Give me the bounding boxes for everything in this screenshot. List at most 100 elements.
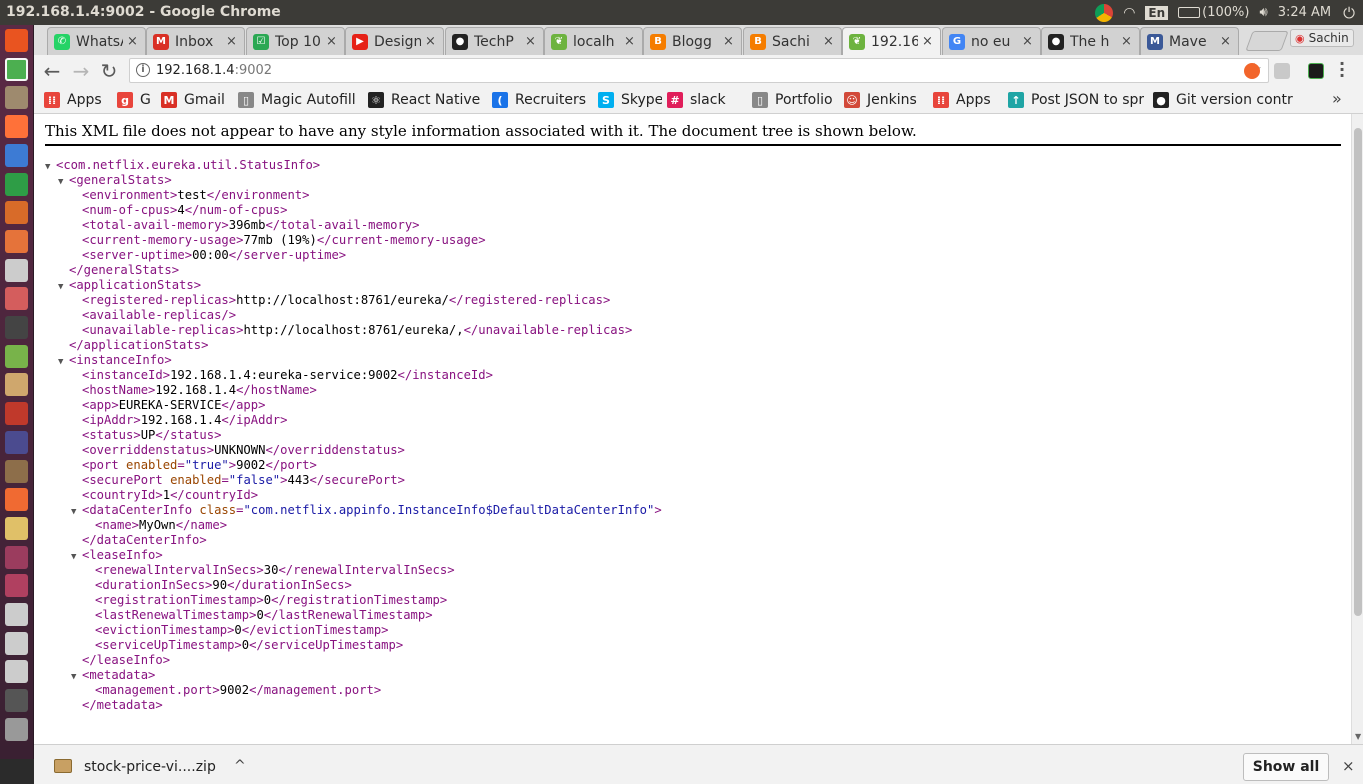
reload-button[interactable]: ↻ <box>97 59 121 83</box>
software-center-icon[interactable] <box>5 229 28 253</box>
tab-1[interactable]: M Inbox × <box>146 27 245 55</box>
bookmark-slack[interactable]: # slack <box>667 90 726 110</box>
writer-icon[interactable] <box>5 143 28 167</box>
vertical-scrollbar[interactable]: ▼ <box>1351 114 1363 744</box>
profile-button[interactable]: ◉ Sachin <box>1290 29 1354 47</box>
tab-close-icon[interactable]: × <box>624 34 636 49</box>
ubuntu-dash-icon[interactable] <box>5 29 28 52</box>
extension-icon[interactable] <box>1308 63 1324 79</box>
drive-icon[interactable] <box>5 603 28 626</box>
power-icon[interactable]: ⏻ <box>1343 4 1355 22</box>
terminal-icon[interactable] <box>5 316 28 339</box>
xml-tag: </app> <box>221 398 266 412</box>
bookmark-apps[interactable]: ⁞⁞ Apps <box>44 90 102 110</box>
bookmark-react-native[interactable]: ⚛ React Native <box>368 90 480 110</box>
tab-3[interactable]: ▶ Design × <box>345 27 444 55</box>
tab-10[interactable]: ● The h × <box>1041 27 1140 55</box>
tab-4[interactable]: ● TechP × <box>445 27 544 55</box>
tab-0[interactable]: ✆ WhatsApp × <box>47 27 146 55</box>
chrome-menu-icon[interactable]: · · · <box>1339 56 1345 84</box>
tab-6[interactable]: B Blogg × <box>643 27 742 55</box>
android-icon[interactable] <box>5 344 28 368</box>
chrome-icon[interactable] <box>5 57 28 81</box>
tab-close-icon[interactable]: × <box>1022 34 1034 49</box>
bookmark-recruiters[interactable]: (Recruiters <box>492 90 586 110</box>
bookmark-magic-autofill[interactable]: ▯ Magic Autofill <box>238 90 356 110</box>
collapse-triangle-icon[interactable]: ▼ <box>58 355 69 370</box>
bookmark-skype[interactable]: S Skype <box>598 90 662 110</box>
collapse-triangle-icon[interactable]: ▼ <box>58 175 69 190</box>
forward-button[interactable]: → <box>69 59 93 83</box>
drive-icon[interactable] <box>5 631 28 655</box>
tab-close-icon[interactable]: × <box>226 34 238 49</box>
calc-icon[interactable] <box>5 172 28 196</box>
tab-close-icon[interactable]: × <box>326 34 338 49</box>
collapse-triangle-icon[interactable]: ▼ <box>71 505 82 520</box>
tab-close-icon[interactable]: × <box>723 34 735 49</box>
app-icon[interactable] <box>5 574 28 598</box>
bookmarks-overflow-button[interactable]: » <box>1332 89 1342 108</box>
files-icon[interactable] <box>5 86 28 110</box>
bookmark-g[interactable]: gG <box>117 90 151 110</box>
download-filename[interactable]: stock-price-vi....zip <box>84 759 216 775</box>
collapse-triangle-icon[interactable]: ▼ <box>45 160 56 175</box>
battery-icon[interactable] <box>1178 7 1201 18</box>
usb-icon[interactable] <box>5 689 28 713</box>
clock[interactable]: 3:24 AM <box>1278 5 1331 20</box>
tab-close-icon[interactable]: × <box>1121 34 1133 49</box>
extension-icon[interactable] <box>1274 63 1290 79</box>
collapse-triangle-icon[interactable]: ▼ <box>58 280 69 295</box>
bookmark-apps[interactable]: ⁞⁞ Apps <box>933 90 991 110</box>
download-options-chevron[interactable]: ^ <box>234 758 246 774</box>
firefox-icon[interactable] <box>5 115 28 139</box>
tab-7[interactable]: B Sachi × <box>743 27 842 55</box>
bookmark-gmail[interactable]: M Gmail <box>161 90 225 110</box>
tab-2[interactable]: ☑ Top 10 × <box>246 27 345 55</box>
back-button[interactable]: ← <box>40 59 64 83</box>
drive-icon[interactable] <box>5 660 28 684</box>
xml-tag: </status> <box>155 428 222 442</box>
studio-icon[interactable] <box>5 545 28 569</box>
new-tab-button[interactable] <box>1245 31 1289 51</box>
tab-8[interactable]: ❦ 192.16 × <box>842 27 941 55</box>
collapse-triangle-icon[interactable]: ▼ <box>71 670 82 685</box>
volume-icon[interactable]: 🔊︎ <box>1259 5 1267 20</box>
eclipse-icon[interactable] <box>5 430 28 454</box>
tab-close-icon[interactable]: × <box>525 34 537 49</box>
tab-close-icon[interactable]: × <box>127 34 139 49</box>
tab-11[interactable]: M Mave × <box>1140 27 1239 55</box>
tab-close-icon[interactable]: × <box>425 34 437 49</box>
close-download-shelf-button[interactable]: × <box>1342 757 1355 775</box>
bookmark-jenkins[interactable]: ☺ Jenkins <box>844 90 917 110</box>
text-editor-icon[interactable] <box>5 516 28 540</box>
url-text[interactable]: 192.168.1.4:9002 <box>156 63 272 78</box>
zip-file-icon[interactable] <box>54 759 72 773</box>
filezilla-icon[interactable] <box>5 402 28 426</box>
tab-label: TechP <box>474 33 514 50</box>
show-all-button[interactable]: Show all <box>1243 753 1329 781</box>
scroll-down-arrow[interactable]: ▼ <box>1355 732 1361 741</box>
system-tools-icon[interactable] <box>5 459 28 483</box>
wifi-icon[interactable]: ◠ <box>1123 5 1135 21</box>
tab-9[interactable]: Gno eu × <box>942 27 1041 55</box>
address-bar[interactable]: i 192.168.1.4:9002 ☆ <box>129 58 1269 83</box>
settings-icon[interactable] <box>5 287 28 311</box>
chrome-tray-icon[interactable] <box>1095 3 1114 22</box>
bookmark-git-version-contr[interactable]: ● Git version contr <box>1153 90 1293 110</box>
tab-5[interactable]: ❦ localh × <box>544 27 643 55</box>
postman-icon[interactable] <box>5 488 28 512</box>
scrollbar-thumb[interactable] <box>1354 128 1362 616</box>
tab-close-icon[interactable]: × <box>823 34 835 49</box>
keyboard-lang[interactable]: En <box>1145 5 1169 20</box>
collapse-triangle-icon[interactable]: ▼ <box>71 550 82 565</box>
info-icon[interactable]: i <box>136 63 150 77</box>
bookmark-post-json-to-spr[interactable]: ↑ Post JSON to spr <box>1008 90 1144 110</box>
tab-close-icon[interactable]: × <box>1220 34 1232 49</box>
tab-close-icon[interactable]: × <box>922 34 934 49</box>
trash-icon[interactable] <box>5 717 28 741</box>
bookmark-portfolio[interactable]: ▯ Portfolio <box>752 90 833 110</box>
extension-icon[interactable] <box>1244 63 1260 79</box>
amazon-icon[interactable] <box>5 258 28 282</box>
impress-icon[interactable] <box>5 201 28 225</box>
image-viewer-icon[interactable] <box>5 373 28 397</box>
